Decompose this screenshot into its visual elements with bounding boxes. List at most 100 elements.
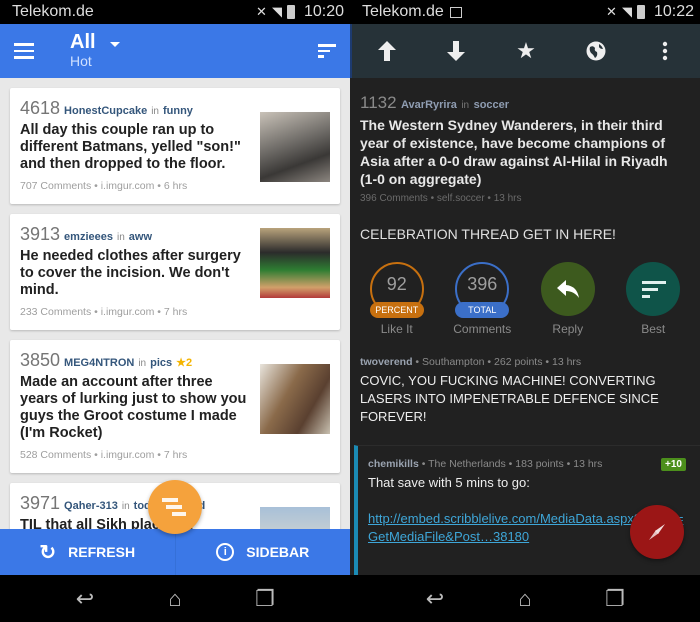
hamburger-icon[interactable] — [14, 43, 34, 59]
sidebar-button[interactable]: i SIDEBAR — [174, 529, 351, 575]
post-title[interactable]: Made an account after three years of lur… — [20, 374, 252, 442]
comment-points: 183 points — [515, 458, 564, 470]
mute-icon: ✕ — [606, 4, 617, 19]
comment-time: 13 hrs — [552, 356, 582, 368]
info-icon: i — [216, 543, 235, 561]
navigate-fab[interactable] — [630, 505, 684, 559]
post-card[interactable]: 4618 HonestCupcake in funny All day this… — [10, 88, 340, 204]
compass-icon — [649, 524, 665, 540]
post-toolbar: ★ — [350, 24, 700, 78]
comments-stat: 396 TOTAL Comments — [447, 262, 517, 336]
post-subreddit[interactable]: aww — [129, 231, 152, 243]
best-sort-button[interactable]: Best — [618, 262, 688, 336]
like-stat: 92 PERCENT Like It — [362, 262, 432, 336]
comment-time: 13 hrs — [573, 458, 603, 470]
downvote-icon[interactable] — [436, 31, 476, 71]
sort-icon[interactable] — [318, 44, 336, 58]
recents-icon[interactable]: ❐ — [595, 586, 635, 612]
post-subreddit[interactable]: pics — [150, 357, 172, 369]
post-card[interactable]: 3850 MEG4NTRON in pics ★2 Made an accoun… — [10, 340, 340, 473]
post-info: 233 Comments • i.imgur.com • 7 hrs — [20, 306, 188, 318]
post-score: 3971 — [20, 493, 61, 513]
in-label: in — [121, 501, 130, 512]
right-screen: Telekom.de ✕ ◥ 10:22 ★ 1132 AvarRyrira i… — [350, 0, 700, 575]
total-pill: TOTAL — [455, 302, 510, 318]
comment-author[interactable]: chemikills — [368, 458, 419, 470]
post-info: 396 Comments • self.soccer • 13 hrs — [360, 193, 522, 204]
app-bar: All Hot — [0, 24, 350, 78]
reply-icon — [540, 262, 595, 316]
post-stats: 92 PERCENT Like It 396 TOTAL Comments Re… — [350, 262, 700, 336]
chevron-down-icon[interactable] — [109, 41, 120, 47]
sidebar-label: SIDEBAR — [246, 544, 310, 560]
home-icon[interactable]: ⌂ — [155, 586, 195, 612]
page-title: All — [70, 31, 96, 53]
back-icon[interactable]: ↩ — [415, 586, 455, 612]
post-title: The Western Sydney Wanderers, in their t… — [360, 117, 668, 187]
post-score: 1132 — [360, 93, 397, 112]
post-info: 707 Comments • i.imgur.com • 6 hrs — [20, 180, 188, 192]
back-icon[interactable]: ↩ — [65, 586, 105, 612]
comment-author[interactable]: twoverend — [360, 356, 413, 368]
like-label: Like It — [380, 322, 413, 336]
nav-bar-left: ↩ ⌂ ❐ — [0, 575, 350, 622]
status-bar: Telekom.de ✕ ◥ 10:20 — [0, 0, 350, 24]
carrier-label: Telekom.de — [12, 3, 94, 20]
globe-icon[interactable] — [576, 31, 616, 71]
refresh-icon: ↻ — [39, 541, 57, 564]
recents-icon[interactable]: ❐ — [245, 586, 285, 612]
best-label: Best — [641, 322, 666, 336]
in-label: in — [138, 358, 147, 369]
carrier-label: Telekom.de — [362, 3, 444, 20]
post-detail: 1132 AvarRyrira in soccer The Western Sy… — [350, 78, 700, 242]
clock: 10:22 — [653, 3, 694, 20]
hide-read-fab[interactable] — [148, 480, 202, 534]
battery-icon — [286, 5, 295, 19]
image-notification-icon — [449, 6, 462, 18]
comment-body: That save with 5 mins to go: — [368, 475, 530, 490]
post-author[interactable]: Qaher-313 — [64, 500, 118, 512]
comment-flair: The Netherlands — [428, 458, 506, 470]
upvote-icon[interactable] — [367, 31, 407, 71]
wifi-icon: ◥ — [621, 4, 632, 19]
in-label: in — [116, 232, 125, 243]
comment-points: 262 points — [494, 356, 543, 368]
post-card[interactable]: 3913 emzieees in aww He needed clothes a… — [10, 214, 340, 330]
score-badge: +10 — [661, 458, 686, 471]
post-author[interactable]: MEG4NTRON — [64, 357, 134, 369]
post-thumbnail[interactable] — [260, 364, 330, 434]
post-selftext: CELEBRATION THREAD GET IN HERE! — [360, 226, 616, 242]
post-title[interactable]: He needed clothes after surgery to cover… — [20, 248, 252, 299]
post-title[interactable]: All day this couple ran up to different … — [20, 122, 252, 173]
home-icon[interactable]: ⌂ — [505, 586, 545, 612]
reply-label: Reply — [552, 322, 584, 336]
refresh-button[interactable]: ↻ REFRESH — [0, 529, 175, 575]
mute-icon: ✕ — [256, 4, 267, 19]
reply-button[interactable]: Reply — [533, 262, 603, 336]
post-author[interactable]: HonestCupcake — [64, 105, 147, 117]
subreddit-selector[interactable]: All Hot — [70, 32, 96, 70]
clock: 10:20 — [303, 3, 344, 20]
battery-icon — [636, 5, 645, 19]
more-icon[interactable] — [645, 31, 685, 71]
post-thumbnail[interactable] — [260, 112, 330, 182]
star-icon[interactable]: ★ — [506, 31, 546, 71]
in-label: in — [461, 100, 470, 111]
comment-flair: Southampton — [422, 356, 485, 368]
refresh-label: REFRESH — [68, 544, 136, 560]
post-author[interactable]: AvarRyrira — [401, 99, 457, 111]
post-thumbnail[interactable] — [260, 228, 330, 298]
status-bar: Telekom.de ✕ ◥ 10:22 — [350, 0, 700, 24]
post-info: 528 Comments • i.imgur.com • 7 hrs — [20, 449, 188, 461]
comment[interactable]: twoverend • Southampton • 262 points • 1… — [350, 356, 700, 426]
wifi-icon: ◥ — [271, 4, 282, 19]
sort-subtitle: Hot — [70, 53, 92, 69]
post-subreddit[interactable]: soccer — [474, 99, 509, 111]
gilded-badge: ★2 — [176, 357, 193, 369]
post-author[interactable]: emzieees — [64, 231, 113, 243]
sort-icon — [626, 262, 681, 316]
post-subreddit[interactable]: funny — [163, 105, 193, 117]
comments-label: Comments — [453, 322, 512, 336]
percent-pill: PERCENT — [369, 302, 424, 318]
post-score: 4618 — [20, 98, 61, 118]
